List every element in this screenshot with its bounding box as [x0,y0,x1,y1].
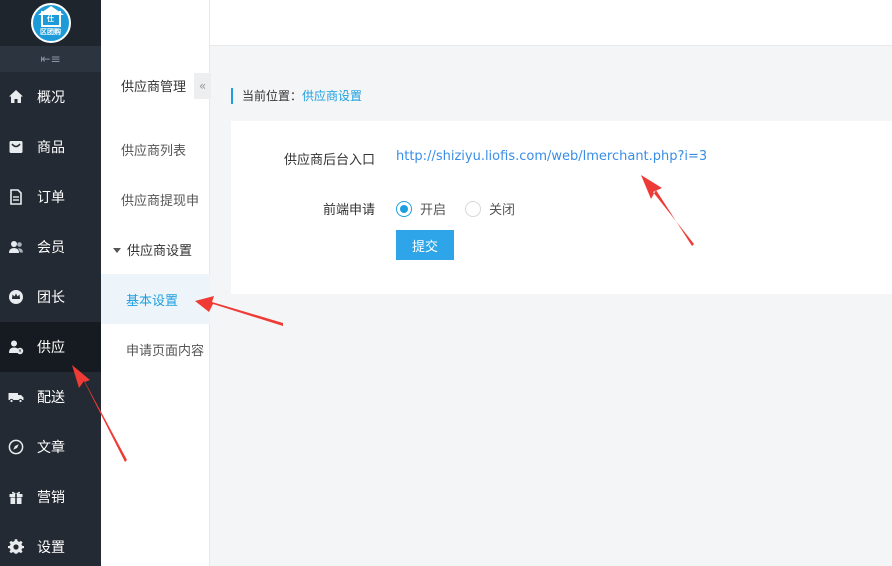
radio-unchecked-icon [465,200,481,217]
order-icon [8,189,24,205]
nav-item-label: 团长 [37,290,65,306]
nav-item-members[interactable]: 会员 [0,222,101,272]
submenu-item-supplier-list[interactable]: 供应商列表 [121,140,186,159]
settings-panel: 供应商后台入口 http://shiziyu.liofis.com/web/lm… [231,121,892,294]
submenu-collapse-button[interactable]: « [194,73,211,99]
members-icon [8,239,24,255]
leader-icon [8,289,24,305]
nav-item-label: 概况 [37,90,65,106]
submenu-item-label: 基本设置 [126,294,179,309]
goods-icon [8,139,24,155]
submit-button[interactable]: 提交 [396,230,454,260]
entry-label: 供应商后台入口 [283,153,375,168]
caret-down-icon [113,248,121,253]
nav-item-label: 营销 [37,490,65,506]
nav-item-orders[interactable]: 订单 [0,172,101,222]
logo-text: 区团购 [40,28,61,36]
nav-item-overview[interactable]: 概况 [0,72,101,122]
gift-icon [8,489,24,505]
radio-enable[interactable]: 开启 [396,199,446,218]
nav-item-leader[interactable]: 团长 [0,272,101,322]
radio-disable[interactable]: 关闭 [465,199,515,218]
submenu-title: 供应商管理 [121,80,187,95]
breadcrumb-prefix: 当前位置： [242,89,303,103]
radio-checked-icon [396,200,412,217]
nav-item-marketing[interactable]: 营销 [0,472,101,522]
home-icon [8,89,24,105]
apply-label: 前端申请 [322,203,375,218]
submenu-item-apply-page-content[interactable]: 申请页面内容 [126,340,204,359]
nav-item-goods[interactable]: 商品 [0,122,101,172]
nav-item-settings[interactable]: 设置 [0,522,101,566]
nav-item-label: 设置 [37,540,65,556]
nav-item-label: 会员 [37,240,65,256]
nav-item-articles[interactable]: 文章 [0,422,101,472]
nav-item-label: 文章 [37,440,65,456]
menu-collapse-icon: ⇤≡ [40,52,61,66]
nav-item-label: 订单 [37,190,65,206]
svg-text:¥: ¥ [19,349,22,355]
radio-enable-label: 开启 [420,203,447,218]
nav-item-label: 供应 [37,340,65,356]
nav-item-label: 配送 [37,390,65,406]
submenu-item-basic-settings[interactable]: 基本设置 [101,274,210,324]
logo-area: 仕 区团购 [0,0,101,46]
breadcrumb-current[interactable]: 供应商设置 [302,89,362,103]
radio-disable-label: 关闭 [489,203,516,218]
submenu-item-supplier-withdraw[interactable]: 供应商提现申 [121,190,199,209]
nav-item-label: 商品 [37,140,65,156]
supplier-backend-link[interactable]: http://shiziyu.liofis.com/web/lmerchant.… [396,149,707,164]
nav-item-delivery[interactable]: 配送 [0,372,101,422]
submenu: 供应商管理 « 供应商列表 供应商提现申 供应商设置 基本设置 申请页面内容 [101,0,211,566]
sidebar-collapse-toggle[interactable]: ⇤≡ [0,46,101,72]
breadcrumb: 当前位置：供应商设置 [231,88,362,104]
supplier-icon: ¥ [8,339,24,355]
main-sidebar: 仕 区团购 ⇤≡ 概况 商品 订单 会员 团长 ¥ 供应 配送 文章 营销 设置 [0,0,101,566]
compass-icon [8,439,24,455]
logo[interactable]: 仕 区团购 [30,3,71,43]
nav-item-supply[interactable]: ¥ 供应 [0,322,101,372]
submenu-group-label: 供应商设置 [127,244,193,259]
logo-top-text: 仕 [47,15,54,23]
gear-icon [8,539,24,555]
submenu-group-supplier-settings[interactable]: 供应商设置 [113,240,192,259]
truck-icon [8,389,24,405]
top-bar [101,0,892,46]
double-chevron-left-icon: « [198,79,207,93]
